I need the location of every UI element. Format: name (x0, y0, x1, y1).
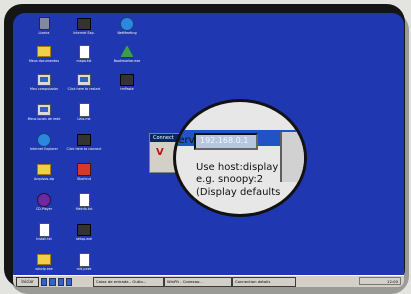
desktop-icon-label: fileinfo.txt (75, 207, 93, 211)
quick-launch-icon[interactable] (57, 278, 64, 286)
clock: 12:00 (387, 279, 398, 284)
desktop-icon-label: tmPaste (120, 87, 134, 91)
desktop-icon-netmeeting[interactable]: NetMeeting (106, 16, 148, 43)
green-app-icon (120, 45, 134, 58)
internet-explorer-icon (77, 17, 91, 30)
desktop-icon-label: Internet Explorer (30, 147, 58, 151)
desktop-screen: Lixeira Internet Exp. NetMeeting Meus do… (13, 13, 404, 287)
quick-launch-icon[interactable] (41, 278, 48, 286)
recycle-bin-icon (37, 17, 51, 30)
desktop-icon-label: Click here to restart (67, 87, 101, 91)
folder-icon (37, 163, 51, 176)
computer-icon (37, 73, 51, 86)
desktop-icon-label: Meus locais de rede (27, 117, 61, 121)
document-icon (77, 192, 91, 207)
desktop-icon-label: Arquivos.zip (33, 177, 55, 181)
quick-launch-icon[interactable] (65, 278, 72, 286)
folder-icon (37, 45, 51, 58)
warning-icon: V (156, 147, 164, 158)
desktop-icon-network[interactable]: Meus locais de rede (23, 103, 65, 129)
desktop-icon-label: Internet Exp. (73, 31, 95, 35)
desktop-icon-fileinfo[interactable]: fileinfo.txt (63, 192, 105, 219)
help-text-line-2: e.g. snoopy:2 (196, 174, 264, 185)
app-icon (120, 73, 134, 86)
desktop-icon-internet-explorer[interactable]: Internet Explorer (23, 132, 65, 159)
desktop-icon-restart[interactable]: Click here to restart (63, 73, 105, 99)
dark-app-icon (77, 223, 91, 236)
desktop-icon-cd-player[interactable]: CD-Player (23, 192, 65, 219)
document-icon (77, 102, 91, 117)
help-text-line-1: Use host:display (196, 162, 279, 173)
desktop-icon-label: Leia-me (77, 117, 91, 121)
desktop-icon-label: Click here to connect (66, 147, 102, 151)
desktop-icon-label: Shortcut (76, 177, 92, 181)
start-button[interactable]: Iniciar (16, 277, 39, 287)
globe-icon (37, 132, 51, 147)
desktop-icon-label: Meu computador (29, 87, 58, 91)
document-icon (77, 252, 91, 267)
app-icon (77, 133, 91, 146)
red-app-icon (77, 163, 91, 176)
desktop-icon-install[interactable]: Install.txt (23, 222, 65, 249)
server-input[interactable]: 192.168.0.1 (194, 133, 258, 150)
desktop-icon-tmpaste[interactable]: tmPaste (106, 73, 148, 99)
help-text-line-3: (Display defaults (196, 187, 281, 198)
desktop-icon-label: CD-Player (35, 207, 53, 211)
desktop-icon-label: Lixeira (38, 31, 50, 35)
desktop-icon-label: setup.exe (75, 237, 93, 241)
desktop-icon-readme[interactable]: Leia-me (63, 102, 105, 129)
desktop-icon-label: mapa.txt (76, 59, 92, 63)
desktop-icon-label: winzip.exe (35, 267, 53, 271)
taskbar-task-winplt[interactable]: WinPlt - Conexao... (164, 277, 232, 287)
desktop-icon-archives[interactable]: Arquivos.zip (23, 163, 65, 189)
quick-launch (41, 278, 72, 286)
document-icon (37, 222, 51, 237)
quick-launch-icon[interactable] (49, 278, 56, 286)
desktop-icon-documents[interactable]: Meus documentos (23, 45, 65, 71)
folder-icon (37, 253, 51, 266)
desktop-icon-connect[interactable]: Click here to connect (63, 133, 105, 159)
desktop-icon-mapa[interactable]: mapa.txt (63, 44, 105, 71)
desktop-icon-label: Bookmarker.exe (113, 59, 141, 63)
desktop-icon-bookmarker[interactable]: Bookmarker.exe (106, 45, 148, 71)
network-icon (37, 103, 51, 116)
desktop-icon-label: Install.txt (36, 237, 52, 241)
desktop-icon-my-computer[interactable]: Meu computador (23, 73, 65, 99)
desktop-icon-internet-exp[interactable]: Internet Exp. (63, 17, 105, 43)
desktop-icon-recycle-bin[interactable]: Lixeira (23, 17, 65, 43)
taskbar-task-outlook[interactable]: Caixa de entrada - Outlo... (93, 277, 164, 287)
desktop-icon-label: Meus documentos (28, 59, 60, 63)
dialog-title: Connect (153, 135, 174, 141)
system-tray: 12:00 (359, 277, 401, 285)
taskbar-task-connection-details[interactable]: Connection details (232, 277, 296, 287)
monitor: Lixeira Internet Exp. NetMeeting Meus do… (4, 4, 405, 287)
desktop-icon-setup[interactable]: setup.exe (63, 223, 105, 249)
desktop-icon-label: NetMeeting (117, 31, 137, 35)
desktop-icon-label: mit.y.exe (76, 267, 92, 271)
magnified-dialog-buttons-area (280, 132, 304, 182)
document-icon (77, 44, 91, 59)
cd-icon (37, 192, 51, 207)
computer-icon (77, 73, 91, 86)
magnifier-lens: Server: 192.168.0.1 Use host:display e.g… (173, 99, 307, 217)
taskbar: Iniciar Caixa de entrada - Outlo... WinP… (13, 275, 404, 287)
desktop-icon-shortcut[interactable]: Shortcut (63, 163, 105, 189)
netmeeting-icon (120, 16, 134, 31)
server-input-value: 192.168.0.1 (200, 136, 249, 145)
